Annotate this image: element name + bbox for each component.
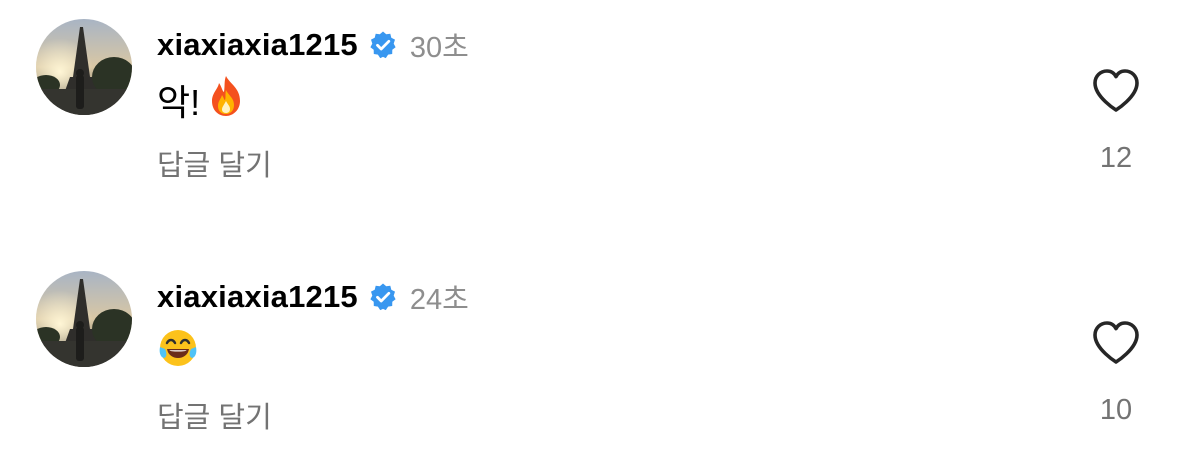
reply-button[interactable]: 답글 달기 [157, 394, 272, 436]
username[interactable]: xiaxiaxia1215 [157, 279, 358, 315]
like-count: 12 [1099, 142, 1133, 174]
comment-item: xiaxiaxia1215 24초 답글 달기 10 [0, 252, 1200, 452]
timestamp: 24초 [409, 284, 469, 316]
avatar[interactable] [36, 19, 132, 115]
like-count: 10 [1099, 394, 1133, 426]
comment-header: xiaxiaxia1215 24초 [157, 278, 469, 316]
reply-button[interactable]: 답글 달기 [157, 142, 272, 184]
heart-icon[interactable] [1092, 320, 1140, 366]
avatar[interactable] [36, 271, 132, 367]
comment-text [157, 326, 199, 378]
username[interactable]: xiaxiaxia1215 [157, 27, 358, 63]
verified-badge-icon [368, 30, 398, 60]
comment-text: 악! [157, 74, 246, 126]
heart-icon[interactable] [1092, 68, 1140, 114]
verified-badge-icon [368, 282, 398, 312]
fire-emoji-icon [206, 74, 246, 127]
comment-header: xiaxiaxia1215 30초 [157, 26, 469, 64]
timestamp: 30초 [409, 32, 469, 64]
comment-body: 악! [157, 82, 201, 123]
tears-of-joy-emoji-icon [157, 327, 199, 378]
comment-item: xiaxiaxia1215 30초 악! 답글 달기 12 [0, 0, 1200, 200]
